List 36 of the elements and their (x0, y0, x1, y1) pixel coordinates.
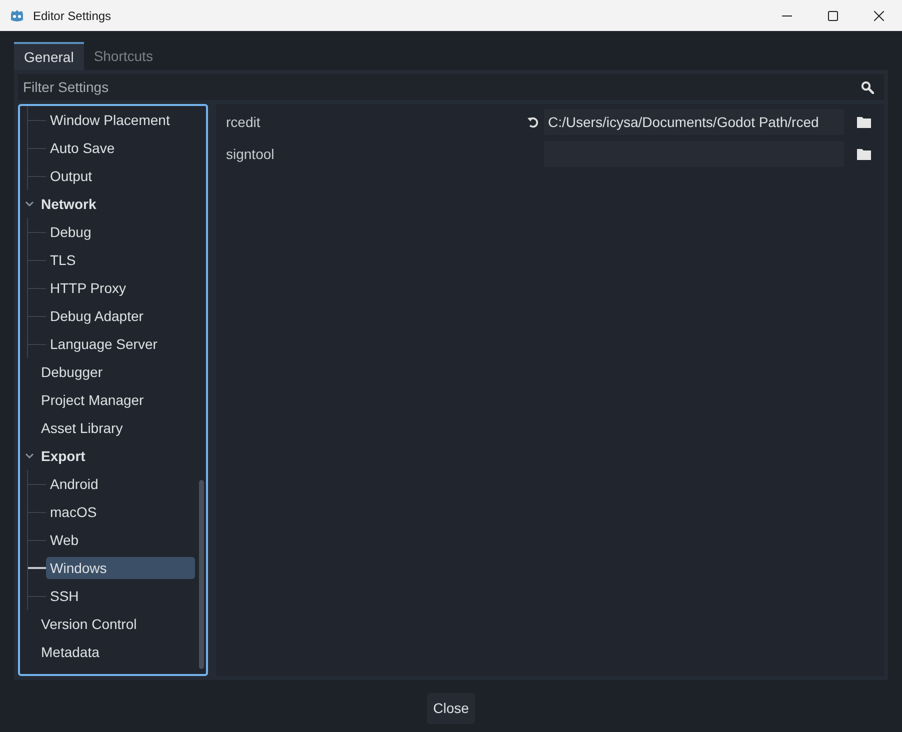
property-label: rcedit (226, 112, 262, 132)
tab[interactable]: Shortcuts (84, 42, 163, 70)
tree-item[interactable]: Language Server (46, 333, 162, 355)
tree-item[interactable]: Network (37, 193, 100, 215)
tree-item[interactable]: HTTP Proxy (46, 277, 130, 299)
tree-item[interactable]: Version Control (37, 613, 141, 635)
tree-item[interactable]: Web (46, 529, 83, 551)
path-field[interactable]: C:/Users/icysa/Documents/Godot Path/rced (544, 109, 844, 135)
revert-icon[interactable] (527, 116, 540, 128)
tree-item[interactable]: Output (46, 165, 96, 187)
tree-item[interactable]: Export (37, 445, 90, 467)
tree-item[interactable]: Asset Library (37, 417, 127, 439)
window-title: Editor Settings (33, 8, 112, 24)
tree-item[interactable]: SSH (46, 585, 83, 607)
scrollbar-thumb[interactable] (199, 480, 204, 669)
app-logo-icon (9, 8, 25, 24)
tree-item[interactable]: Auto Save (46, 137, 119, 159)
tree-item[interactable]: Windows (46, 557, 195, 579)
close-dialog-button[interactable]: Close (427, 693, 475, 724)
tree-item[interactable]: Debug Adapter (46, 305, 148, 327)
tree-item[interactable]: Window Placement (46, 109, 174, 131)
folder-icon (857, 148, 871, 160)
maximize-icon (828, 10, 838, 20)
tree-item[interactable]: Android (46, 473, 102, 495)
folder-icon (857, 116, 871, 128)
filter-field[interactable]: Filter Settings (18, 74, 884, 100)
tree-item[interactable]: TLS (46, 249, 80, 271)
tree-item[interactable]: macOS (46, 501, 101, 523)
tree-item[interactable]: Metadata (37, 641, 104, 663)
tree-item[interactable]: Debugger (37, 361, 106, 383)
close-icon (874, 10, 884, 20)
tree-item[interactable]: Project Manager (37, 389, 148, 411)
tree-item[interactable]: Debug (46, 221, 96, 243)
search-icon (861, 81, 874, 94)
property-label: signtool (226, 144, 276, 164)
tab[interactable]: General (14, 42, 84, 70)
